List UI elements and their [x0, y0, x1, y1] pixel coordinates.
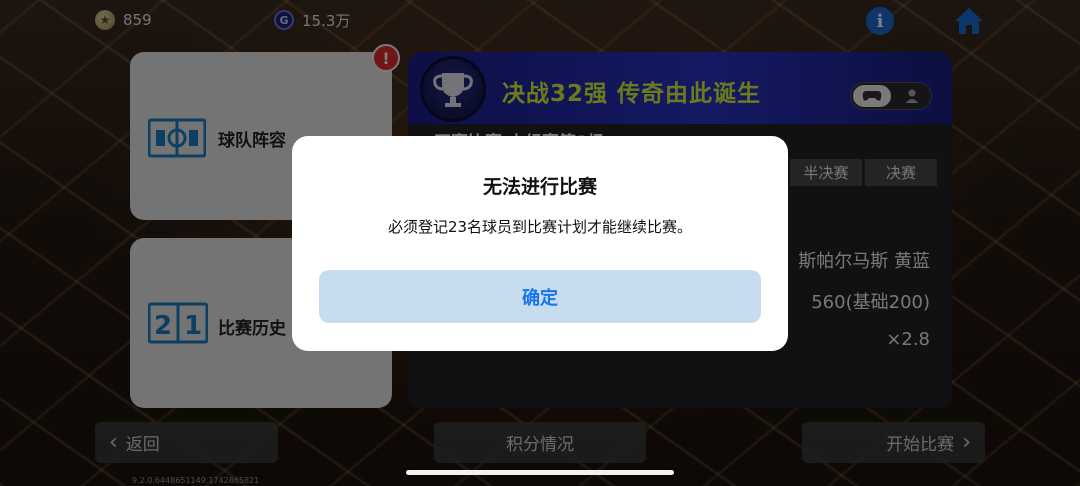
confirm-button[interactable]: 确定: [319, 270, 761, 323]
home-indicator[interactable]: [406, 470, 674, 475]
alert-dialog: 无法进行比赛 必须登记23名球员到比赛计划才能继续比赛。 确定: [292, 136, 788, 351]
dialog-message: 必须登记23名球员到比赛计划才能继续比赛。: [387, 218, 693, 236]
dialog-title: 无法进行比赛: [482, 176, 597, 198]
